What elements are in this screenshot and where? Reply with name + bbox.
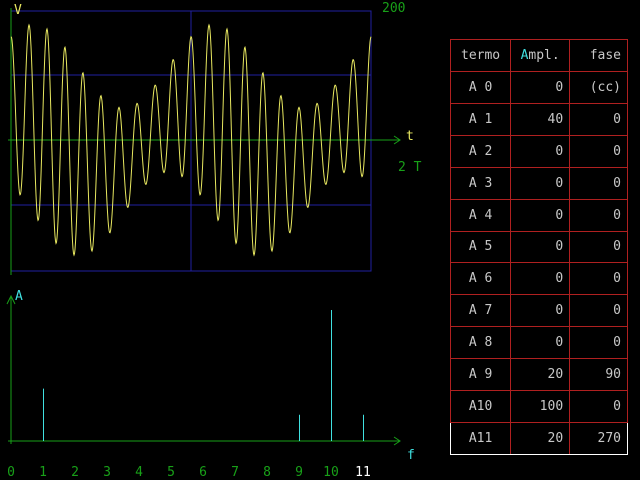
- table-row-a9[interactable]: A 9 20 90: [449, 358, 628, 392]
- term-cell[interactable]: A 0: [449, 70, 512, 104]
- header-amplitude: Ampl.: [510, 39, 571, 72]
- amplitude-cell[interactable]: 100: [510, 390, 571, 424]
- amplitude-cell[interactable]: 0: [510, 134, 571, 168]
- amplitude-cell[interactable]: 0: [510, 262, 571, 296]
- term-cell[interactable]: A 2: [449, 134, 512, 168]
- table-row-a1[interactable]: A 1 40 0: [449, 102, 628, 136]
- spectrum-tick-4[interactable]: 4: [135, 465, 143, 480]
- table-row-a2[interactable]: A 200: [449, 134, 628, 168]
- term-cell[interactable]: A 6: [449, 262, 512, 296]
- term-cell[interactable]: A 8: [449, 326, 512, 360]
- phase-cell[interactable]: 0: [569, 230, 628, 264]
- term-cell[interactable]: A 3: [449, 166, 512, 200]
- amplitude-cell[interactable]: 0: [510, 230, 571, 264]
- phase-cell[interactable]: 0: [569, 166, 628, 200]
- phase-cell[interactable]: 0: [569, 102, 628, 136]
- table-row-a0[interactable]: A 0 0 (cc): [449, 70, 628, 104]
- term-cell[interactable]: A10: [449, 390, 512, 424]
- amplitude-cell[interactable]: 0: [510, 326, 571, 360]
- phase-cell[interactable]: 0: [569, 198, 628, 232]
- spectrum-tick-9[interactable]: 9: [295, 465, 303, 480]
- spectrum-plot-axes: [6, 294, 401, 446]
- amplitude-cell[interactable]: 20: [510, 358, 571, 392]
- table-row-a8[interactable]: A 800: [449, 326, 628, 360]
- phase-cell[interactable]: 0: [569, 326, 628, 360]
- header-term: termo: [449, 39, 512, 72]
- phase-cell[interactable]: 90: [569, 358, 628, 392]
- time-plot-x-label: t: [406, 129, 414, 144]
- amplitude-cell[interactable]: 20: [510, 422, 571, 455]
- table-header-row: termo Ampl. fase: [449, 39, 628, 72]
- amplitude-cell[interactable]: 0: [510, 198, 571, 232]
- spectrum-tick-7[interactable]: 7: [231, 465, 239, 480]
- header-phase: fase: [569, 39, 628, 72]
- header-amplitude-suffix: mpl.: [528, 47, 560, 63]
- spectrum-tick-5[interactable]: 5: [167, 465, 175, 480]
- amplitude-cell[interactable]: 0: [510, 166, 571, 200]
- spectrum-tick-3[interactable]: 3: [103, 465, 111, 480]
- term-cell[interactable]: A 7: [449, 294, 512, 328]
- phase-cell[interactable]: (cc): [569, 70, 628, 104]
- time-plot-y-label: V: [14, 3, 22, 18]
- spectrum-tick-1[interactable]: 1: [39, 465, 47, 480]
- time-plot-grid: [10, 10, 372, 272]
- spectrum-tick-11[interactable]: 11: [355, 465, 371, 480]
- spectrum-tick-2[interactable]: 2: [71, 465, 79, 480]
- term-cell[interactable]: A11: [449, 422, 512, 455]
- phase-cell[interactable]: 0: [569, 134, 628, 168]
- table-row-a10[interactable]: A10 100 0: [449, 390, 628, 424]
- spectrum-tick-labels: 0 1 2 3 4 5 6 7 8 9 10 11: [7, 465, 371, 480]
- harmonics-table: termo Ampl. fase A 0 0 (cc) A 1 40 0 A 200A 30…: [449, 39, 628, 455]
- table-row-a5[interactable]: A 500: [449, 230, 628, 264]
- term-cell[interactable]: A 5: [449, 230, 512, 264]
- spectrum-tick-6[interactable]: 6: [199, 465, 207, 480]
- phase-cell[interactable]: 0: [569, 390, 628, 424]
- spectrum-tick-10[interactable]: 10: [323, 465, 339, 480]
- spectrum-plot-y-label: A: [15, 289, 23, 304]
- table-row-a6[interactable]: A 600: [449, 262, 628, 296]
- table-row-a3[interactable]: A 300: [449, 166, 628, 200]
- phase-cell[interactable]: 0: [569, 294, 628, 328]
- spectrum-tick-8[interactable]: 8: [263, 465, 271, 480]
- term-cell[interactable]: A 1: [449, 102, 512, 136]
- spectrum-plot-x-label: f: [407, 448, 415, 463]
- table-row-a4[interactable]: A 400: [449, 198, 628, 232]
- amplitude-cell[interactable]: 40: [510, 102, 571, 136]
- term-cell[interactable]: A 9: [449, 358, 512, 392]
- phase-cell[interactable]: 270: [569, 422, 628, 455]
- term-cell[interactable]: A 4: [449, 198, 512, 232]
- table-row-a11[interactable]: A11 20 270: [449, 422, 628, 455]
- time-plot-scale-label: 200: [382, 1, 405, 16]
- amplitude-cell[interactable]: 0: [510, 294, 571, 328]
- phase-cell[interactable]: 0: [569, 262, 628, 296]
- table-row-a7[interactable]: A 700: [449, 294, 628, 328]
- amplitude-cell[interactable]: 0: [510, 70, 571, 104]
- spectrum-tick-0[interactable]: 0: [7, 465, 15, 480]
- time-plot-period-label: 2 T: [398, 160, 422, 175]
- spectrum-bars: [43, 310, 364, 441]
